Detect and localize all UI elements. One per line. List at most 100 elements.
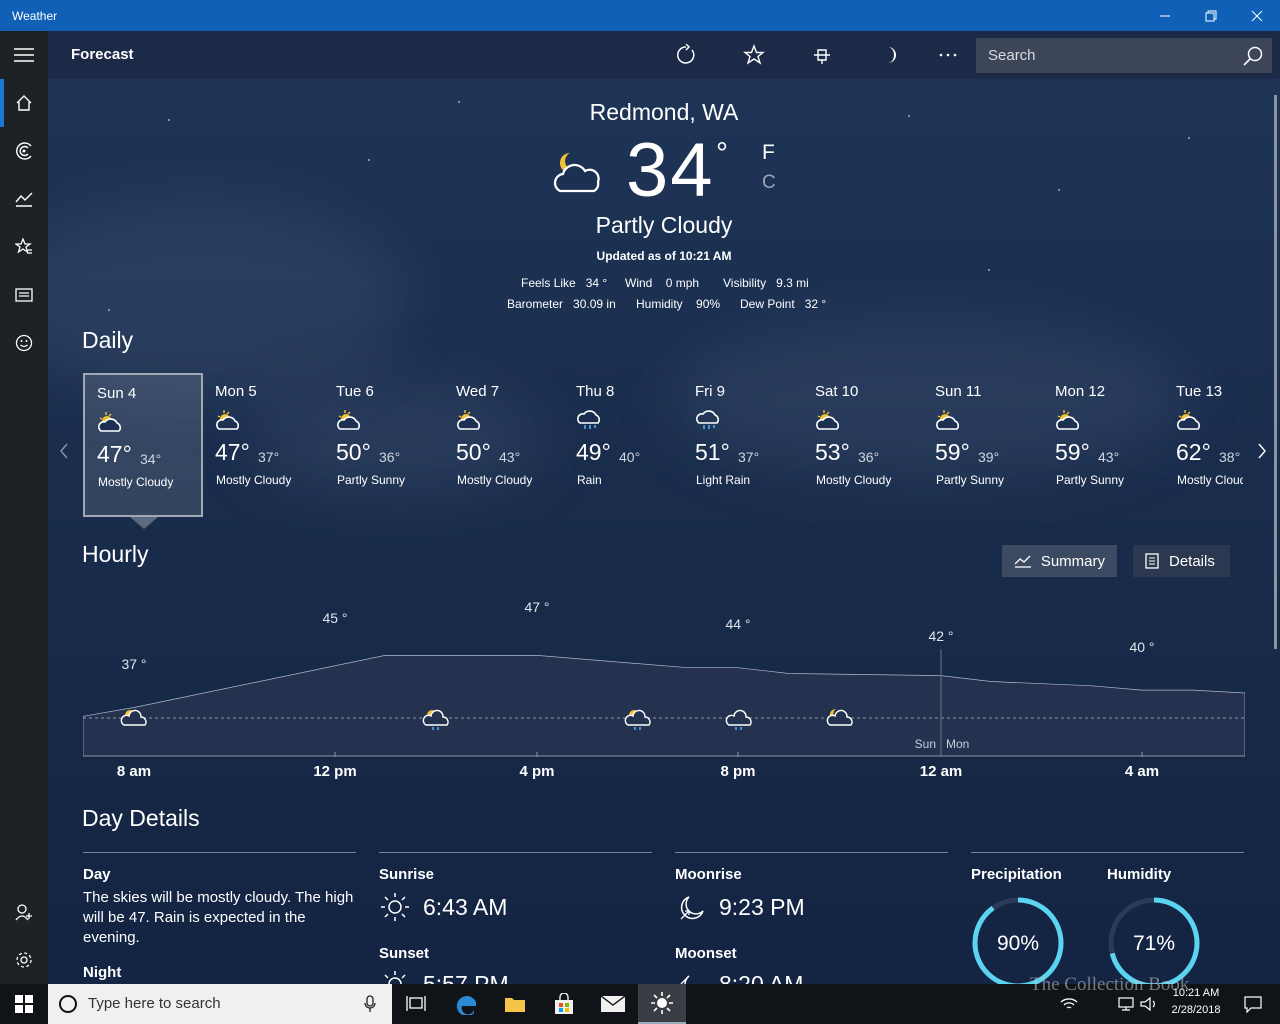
weather-app-button[interactable]: [638, 984, 686, 1024]
daily-card[interactable]: Fri 9 51° 37° Light Rain: [683, 373, 803, 517]
forecast-content: Redmond, WA 34 ° F C Partly Cloudy Updat…: [48, 79, 1280, 984]
scroll-left-button[interactable]: [58, 441, 70, 466]
edge-button[interactable]: [443, 984, 491, 1024]
store-icon: [555, 993, 573, 1014]
taskbar-search[interactable]: Type here to search: [48, 984, 392, 1024]
daily-card[interactable]: Mon 5 47° 37° Mostly Cloudy: [203, 373, 323, 517]
celsius-toggle[interactable]: C: [762, 172, 776, 194]
day-condition: Mostly Cloudy: [816, 473, 892, 487]
nav-maps[interactable]: [0, 127, 48, 175]
nav-historical[interactable]: [0, 175, 48, 223]
rain-icon: [695, 409, 721, 436]
stat-value: 30.09 in: [573, 297, 616, 311]
details-label: Details: [1169, 552, 1215, 570]
nav-feedback[interactable]: [0, 319, 48, 367]
partly-sunny-icon: [1055, 409, 1081, 436]
daily-card[interactable]: Tue 6 50° 36° Partly Sunny: [324, 373, 444, 517]
nav-forecast[interactable]: [0, 79, 48, 127]
day-name: Mon 12: [1055, 383, 1106, 400]
line-chart-icon: [1014, 555, 1031, 568]
fahrenheit-toggle[interactable]: F: [762, 141, 775, 165]
search-input[interactable]: [976, 38, 1236, 73]
day-low: 39°: [978, 449, 1000, 465]
start-button[interactable]: [0, 984, 48, 1024]
partly-sunny-icon: [456, 409, 482, 436]
windows-logo-icon: [15, 995, 33, 1013]
day-high: 50°: [456, 439, 491, 465]
clock-date[interactable]: 2/28/2018: [1163, 1004, 1229, 1016]
stat-value: 32 °: [804, 297, 827, 311]
nav-settings[interactable]: [0, 936, 48, 984]
gear-icon: [16, 952, 32, 968]
divider: [971, 852, 1244, 853]
network-icon[interactable]: [1060, 997, 1078, 1011]
home-icon: [16, 95, 32, 111]
daily-card[interactable]: Tue 13 62° 38° Mostly Cloudy: [1164, 373, 1243, 517]
stat-dew-point: Dew Point 32 °: [740, 297, 826, 311]
day-low: 40°: [619, 449, 641, 465]
hour-axis-label: 12 pm: [313, 763, 357, 780]
daily-card[interactable]: Sat 10 53° 36° Mostly Cloudy: [803, 373, 923, 517]
restore-icon: [1205, 10, 1217, 21]
nav-news[interactable]: [0, 271, 48, 319]
restore-button[interactable]: [1188, 0, 1234, 31]
volume-icon[interactable]: [1140, 997, 1158, 1011]
scrollbar-thumb[interactable]: [1274, 95, 1277, 649]
store-button[interactable]: [540, 984, 588, 1024]
file-explorer-button[interactable]: [491, 984, 539, 1024]
day-description: The skies will be mostly cloudy. The hig…: [83, 889, 354, 946]
window-title: Weather: [12, 8, 58, 23]
daily-card[interactable]: Thu 8 49° 40° Rain: [564, 373, 684, 517]
details-tab[interactable]: Details: [1133, 545, 1230, 577]
search-icon[interactable]: [1242, 45, 1264, 67]
day-low: 36°: [858, 449, 880, 465]
mail-button[interactable]: [589, 984, 637, 1024]
close-button[interactable]: [1234, 0, 1280, 31]
daily-card[interactable]: Sun 4 47° 34° Mostly Cloudy: [83, 373, 203, 517]
minimize-icon: [1160, 15, 1170, 16]
pin-icon: [814, 49, 830, 64]
star-icon: [743, 44, 765, 65]
day-name: Tue 6: [336, 383, 374, 400]
hour-axis-label: 4 am: [1124, 763, 1160, 780]
day-low: 37°: [258, 449, 280, 465]
hour-axis-label: 4 pm: [519, 763, 555, 780]
task-view-button[interactable]: [392, 984, 440, 1024]
daily-card[interactable]: Mon 12 59° 43° Partly Sunny: [1043, 373, 1163, 517]
day-high: 47°: [97, 441, 132, 467]
favorite-button[interactable]: [730, 31, 778, 79]
edge-icon: [456, 996, 476, 1015]
nav-account[interactable]: [0, 888, 48, 936]
hour-axis-label: 8 am: [116, 763, 152, 780]
day-name: Mon 5: [215, 383, 257, 400]
stat-wind: Wind 0 mph: [625, 276, 699, 290]
scroll-right-button[interactable]: [1256, 441, 1268, 466]
theme-button[interactable]: [866, 31, 914, 79]
folder-icon: [505, 998, 525, 1012]
summary-tab[interactable]: Summary: [1002, 545, 1117, 577]
nav-favorites[interactable]: [0, 223, 48, 271]
day-high: 47°: [215, 439, 250, 465]
hamburger-icon: [14, 48, 34, 62]
partly-sunny-icon: [215, 409, 241, 436]
partly-sunny-icon: [97, 411, 123, 438]
hamburger-menu-button[interactable]: [0, 31, 48, 79]
action-center-icon[interactable]: [1244, 995, 1262, 1013]
minimize-button[interactable]: [1142, 0, 1188, 31]
day-high: 59°: [1055, 439, 1090, 465]
more-button[interactable]: [924, 31, 972, 79]
precipitation-value: 90%: [997, 932, 1039, 955]
display-icon[interactable]: [1118, 997, 1134, 1011]
humidity-gauge: 71%: [1108, 897, 1200, 984]
microphone-icon[interactable]: [364, 995, 376, 1013]
day-condition: Mostly Cloudy: [216, 473, 292, 487]
moonset-label: Moonset: [675, 945, 737, 962]
daily-card[interactable]: Wed 7 50° 43° Mostly Cloudy: [444, 373, 564, 517]
day-name: Sun 11: [935, 383, 982, 400]
daily-card[interactable]: Sun 11 59° 39° Partly Sunny: [923, 373, 1043, 517]
sun-icon: [651, 992, 673, 1014]
refresh-button[interactable]: [662, 31, 710, 79]
refresh-icon: [677, 44, 695, 64]
pin-button[interactable]: [798, 31, 846, 79]
watermark: The Collection Book: [1030, 974, 1190, 995]
